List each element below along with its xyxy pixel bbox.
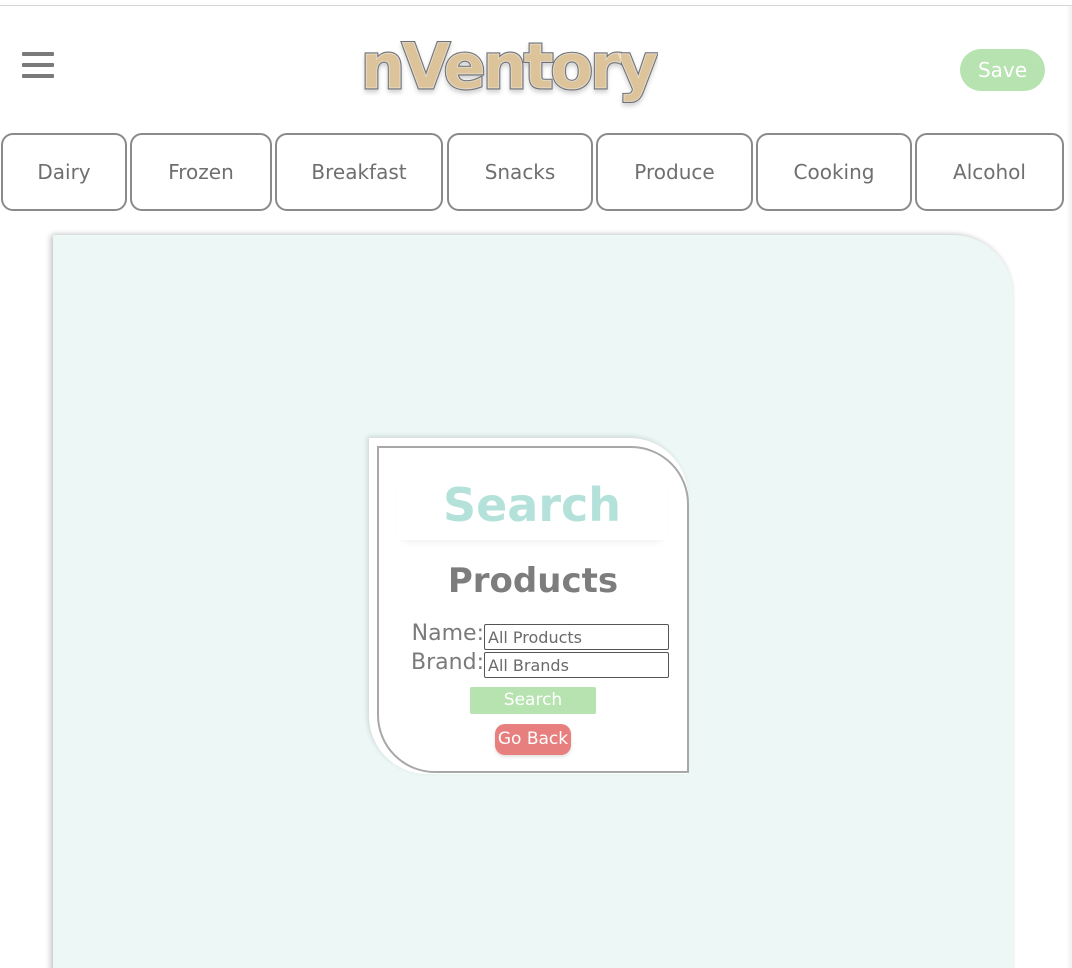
tab-dairy[interactable]: Dairy [1, 133, 127, 211]
app-frame: nVentory nVentory Save Dairy Frozen Brea… [0, 0, 1072, 968]
save-button[interactable]: Save [960, 49, 1045, 91]
tab-produce[interactable]: Produce [596, 133, 753, 211]
category-tabs: Dairy Frozen Breakfast Snacks Produce Co… [0, 133, 1072, 211]
search-title: Search [397, 470, 667, 540]
tab-frozen[interactable]: Frozen [130, 133, 272, 211]
name-label: Name: [411, 621, 484, 646]
logo-graphic: nVentory nVentory [359, 29, 662, 105]
logo: nVentory nVentory [358, 28, 662, 110]
hamburger-menu-icon[interactable] [22, 50, 54, 80]
brand-input[interactable] [484, 652, 669, 678]
tab-alcohol[interactable]: Alcohol [915, 133, 1064, 211]
name-input[interactable] [484, 624, 669, 650]
tab-breakfast[interactable]: Breakfast [275, 133, 443, 211]
go-back-button[interactable]: Go Back [495, 724, 571, 755]
tab-cooking[interactable]: Cooking [756, 133, 912, 211]
top-border [0, 0, 1072, 6]
brand-label: Brand: [411, 650, 484, 675]
logo-text-highlight: nVentory [361, 30, 658, 103]
search-product-button[interactable]: Search Product [470, 687, 596, 737]
tab-snacks[interactable]: Snacks [447, 133, 593, 211]
products-subtitle: Products [447, 561, 619, 601]
